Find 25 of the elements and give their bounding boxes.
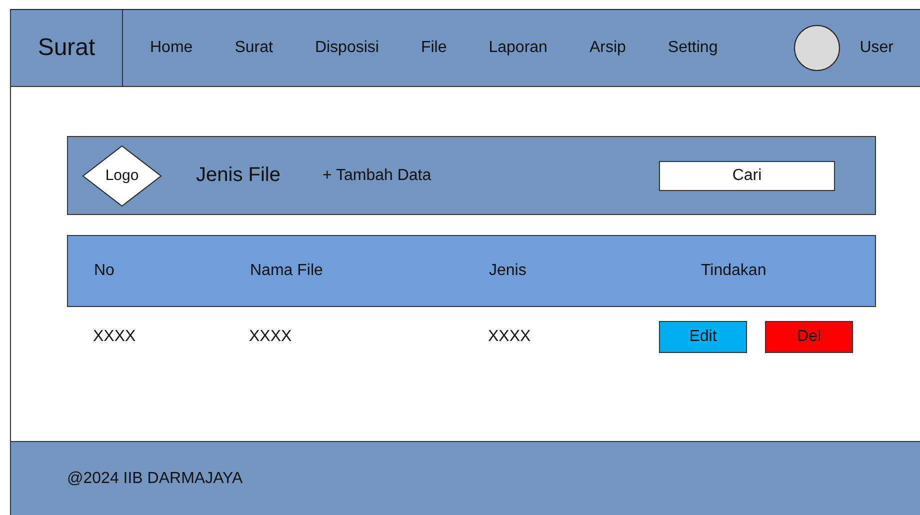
- logo-diamond-icon: [82, 144, 162, 206]
- nav-link[interactable]: Disposisi: [314, 39, 379, 57]
- nav-link[interactable]: Laporan: [488, 39, 548, 57]
- search-field[interactable]: Cari: [659, 160, 835, 190]
- table-cell-text: XXXX: [93, 328, 137, 346]
- user-label[interactable]: User: [860, 39, 894, 57]
- page-title: Jenis File: [196, 164, 280, 187]
- add-data-link[interactable]: + Tambah Data: [322, 166, 432, 184]
- nav-link[interactable]: Arsip: [589, 39, 626, 57]
- column-header: Nama File: [250, 262, 324, 280]
- user-avatar[interactable]: [794, 25, 840, 71]
- column-header: Jenis: [489, 262, 528, 280]
- nav-link[interactable]: Home: [150, 39, 193, 57]
- nav-link[interactable]: Surat: [234, 39, 273, 57]
- column-header: Tindakan: [700, 262, 768, 280]
- copyright-text: @2024 IIB DARMAJAYA: [67, 470, 243, 488]
- delete-button[interactable]: Del: [765, 321, 853, 353]
- nav-link[interactable]: File: [420, 39, 447, 57]
- column-header: No: [94, 262, 116, 280]
- nav-link[interactable]: Setting: [668, 39, 718, 57]
- brand-title: Surat: [11, 10, 123, 86]
- table-cell-text: XXXX: [249, 328, 293, 346]
- edit-button[interactable]: Edit: [659, 321, 747, 353]
- table-cell-text: XXXX: [488, 328, 532, 346]
- logo-text: Logo: [105, 167, 139, 184]
